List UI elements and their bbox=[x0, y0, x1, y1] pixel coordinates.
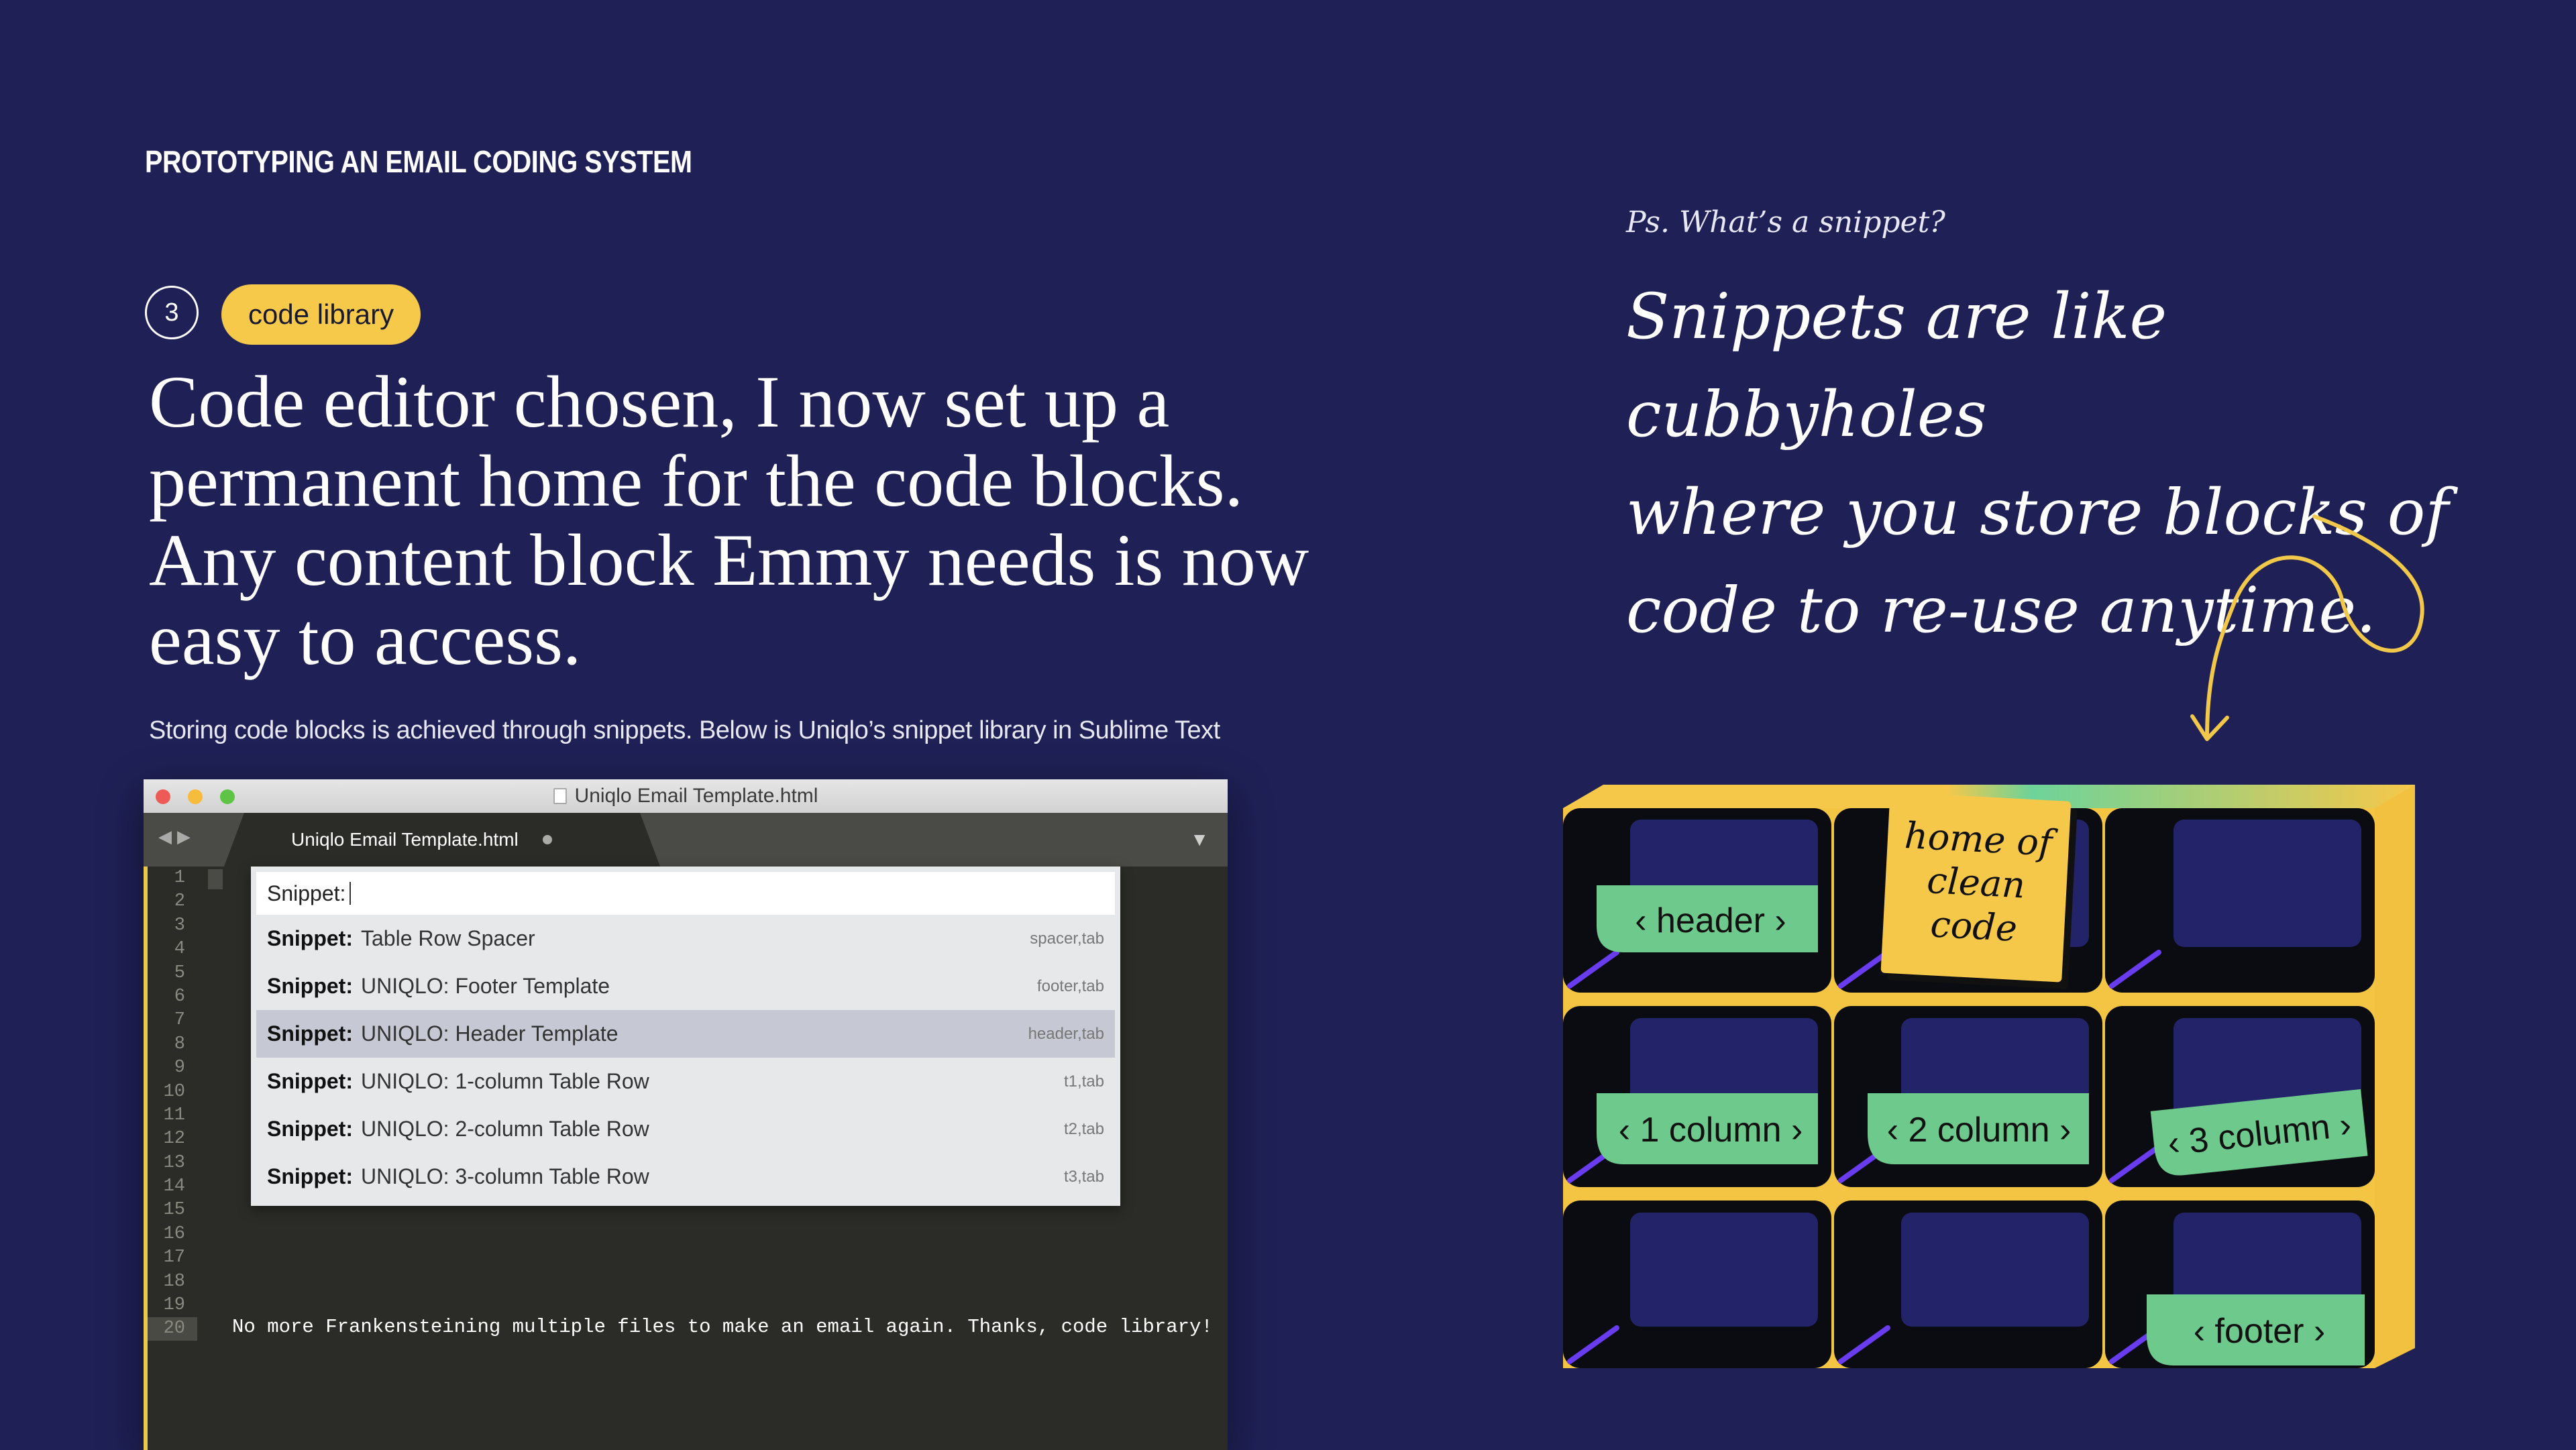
snippet-name: Table Row Spacer bbox=[360, 926, 535, 950]
tab-uniqlo-email-template[interactable]: Uniqlo Email Template.html bbox=[224, 813, 660, 867]
document-icon bbox=[553, 788, 567, 804]
snippet-prefix: Snippet: bbox=[267, 1021, 353, 1046]
line-number: 14 bbox=[163, 1176, 185, 1197]
line-number: 10 bbox=[163, 1081, 185, 1102]
line-number: 9 bbox=[174, 1058, 185, 1078]
line-number: 3 bbox=[174, 915, 185, 936]
tab-label: Uniqlo Email Template.html bbox=[291, 829, 519, 850]
snippet-trigger: spacer,tab bbox=[1030, 929, 1104, 948]
sticky-line-3: code bbox=[1929, 903, 2018, 950]
snippet-item[interactable]: Snippet: UNIQLO: Footer Template footer,ta… bbox=[256, 962, 1115, 1010]
label-2-column-text: ‹ 2 column › bbox=[1887, 1111, 2072, 1150]
minimize-window-button[interactable] bbox=[188, 789, 203, 804]
snippet-trigger: t3,tab bbox=[1063, 1167, 1104, 1186]
label-footer-text: ‹ footer › bbox=[2194, 1312, 2326, 1351]
snippet-item[interactable]: Snippet: UNIQLO: 1-column Table Row t1,tab bbox=[256, 1058, 1115, 1105]
code-line-20[interactable]: No more Frankensteining multiple files t… bbox=[232, 1316, 1213, 1338]
sticky-line-2: clean bbox=[1926, 859, 2027, 907]
zoom-window-button[interactable] bbox=[220, 789, 235, 804]
line-number: 12 bbox=[163, 1129, 185, 1150]
window-title: Uniqlo Email Template.html bbox=[553, 785, 818, 807]
snippet-prefix: Snippet: bbox=[267, 974, 353, 998]
tab-dropdown-icon[interactable]: ▼ bbox=[1190, 829, 1209, 850]
line-number: 11 bbox=[163, 1105, 185, 1125]
snippet-prefix: Snippet: bbox=[267, 1164, 353, 1188]
snippet-trigger: header,tab bbox=[1028, 1024, 1104, 1043]
snippet-prefix: Snippet: bbox=[267, 1069, 353, 1093]
section-tag-pill: code library bbox=[221, 284, 421, 345]
snippet-name: UNIQLO: 1-column Table Row bbox=[360, 1069, 649, 1093]
label-2-column: ‹ 2 column › bbox=[1868, 1093, 2089, 1164]
cubbyhole-illustration: ‹ header › ‹ 1 column › ‹ 2 column › ‹ 3… bbox=[1563, 785, 2415, 1368]
line-number: 13 bbox=[163, 1152, 185, 1173]
line-number: 15 bbox=[163, 1200, 185, 1221]
snippet-name: UNIQLO: Header Template bbox=[360, 1021, 619, 1046]
line-number: 7 bbox=[174, 1010, 185, 1031]
sticky-note: home of clean code bbox=[1880, 792, 2078, 989]
snippet-item[interactable]: Snippet: UNIQLO: 2-column Table Row t2,tab bbox=[256, 1105, 1115, 1153]
snippet-name: UNIQLO: 2-column Table Row bbox=[360, 1117, 649, 1141]
label-header: ‹ header › bbox=[1597, 885, 1818, 952]
label-1-column: ‹ 1 column › bbox=[1597, 1093, 1818, 1164]
headline: Code editor chosen, I now set up a perma… bbox=[149, 361, 1309, 680]
line-number: 8 bbox=[174, 1034, 185, 1054]
line-number: 4 bbox=[174, 939, 185, 960]
aside-line-1: Snippets are like cubbyholes bbox=[1626, 280, 2167, 451]
window-title-text: Uniqlo Email Template.html bbox=[574, 785, 818, 807]
snippet-prefix: Snippet: bbox=[267, 926, 353, 950]
snippet-search-input[interactable]: Snippet: bbox=[256, 872, 1115, 915]
line-number: 2 bbox=[174, 891, 185, 912]
label-header-text: ‹ header › bbox=[1635, 901, 1786, 940]
snippet-item[interactable]: Snippet: UNIQLO: 3-column Table Row t3,tab bbox=[256, 1153, 1115, 1201]
snippet-name: UNIQLO: Footer Template bbox=[360, 974, 610, 998]
snippet-trigger: t1,tab bbox=[1063, 1072, 1104, 1091]
line-number: 19 bbox=[163, 1295, 185, 1316]
close-window-button[interactable] bbox=[156, 789, 170, 804]
sublime-editor-window: Uniqlo Email Template.html ◀▶ Uniqlo Ema… bbox=[144, 779, 1228, 1450]
line-number: 17 bbox=[163, 1247, 185, 1268]
window-titlebar: Uniqlo Email Template.html bbox=[144, 779, 1228, 813]
line-number: 1 bbox=[174, 868, 185, 888]
line-number: 5 bbox=[174, 962, 185, 983]
input-caret bbox=[350, 882, 352, 905]
eyebrow-title: PROTOTYPING AN EMAIL CODING SYSTEM bbox=[145, 144, 692, 179]
line-number: 16 bbox=[163, 1223, 185, 1244]
snippet-palette: Snippet: Snippet: Table Row Spacer spacer,… bbox=[251, 867, 1120, 1206]
tab-nav-arrows-icon[interactable]: ◀▶ bbox=[158, 826, 196, 847]
curved-arrow-icon bbox=[2190, 514, 2424, 741]
snippet-trigger: footer,tab bbox=[1036, 977, 1104, 995]
tab-bar: ◀▶ Uniqlo Email Template.html ▼ bbox=[144, 813, 1228, 867]
label-1-column-text: ‹ 1 column › bbox=[1619, 1111, 1803, 1150]
line-number-gutter: 1 2 3 4 5 6 7 8 9 10 11 12 13 14 15 16 17 18 19 20 bbox=[144, 867, 197, 1450]
snippet-input-label: Snippet: bbox=[267, 881, 346, 905]
unsaved-dot-icon[interactable] bbox=[542, 835, 552, 844]
snippet-name: UNIQLO: 3-column Table Row bbox=[360, 1164, 649, 1188]
sticky-line-1: home of bbox=[1904, 814, 2059, 865]
caption: Storing code blocks is achieved through … bbox=[149, 716, 1220, 744]
line-number: 20 bbox=[163, 1319, 185, 1339]
step-number-badge: 3 bbox=[145, 286, 199, 339]
line-number: 6 bbox=[174, 986, 185, 1007]
snippet-prefix: Snippet: bbox=[267, 1117, 353, 1141]
snippet-trigger: t2,tab bbox=[1063, 1119, 1104, 1138]
label-footer: ‹ footer › bbox=[2147, 1294, 2365, 1365]
line-number: 18 bbox=[163, 1271, 185, 1292]
snippet-list: Snippet: Table Row Spacer spacer,tab Snippe… bbox=[251, 915, 1120, 1201]
snippet-item[interactable]: Snippet: Table Row Spacer spacer,tab bbox=[256, 915, 1115, 962]
snippet-item[interactable]: Snippet: UNIQLO: Header Template header,ta… bbox=[256, 1010, 1115, 1058]
text-cursor bbox=[208, 869, 223, 889]
aside-question: Ps. What’s a snippet? bbox=[1626, 205, 1945, 239]
